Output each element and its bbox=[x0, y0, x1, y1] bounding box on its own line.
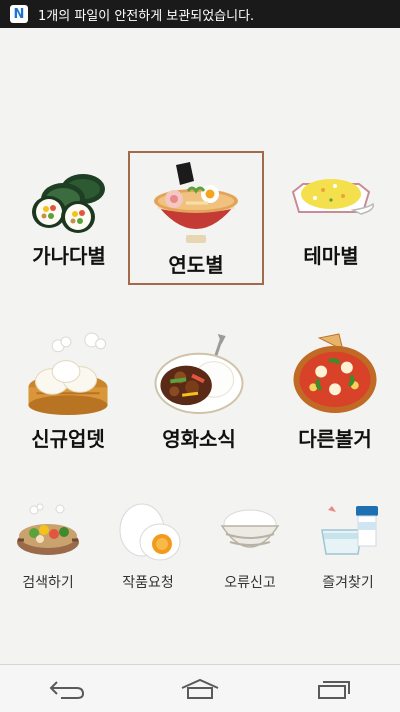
curry-plate-icon bbox=[154, 333, 244, 415]
menu-label: 신규업뎃 bbox=[31, 427, 105, 451]
menu-label: 작품요청 bbox=[122, 575, 174, 591]
back-icon bbox=[49, 680, 84, 699]
back-button[interactable] bbox=[32, 669, 102, 709]
menu-item-alphabetical[interactable]: 가나다별 bbox=[10, 164, 128, 284]
menu-label: 오류신고 bbox=[224, 575, 276, 591]
menu-label: 연도별 bbox=[168, 253, 224, 277]
navigation-bar bbox=[0, 664, 400, 712]
menu-label: 검색하기 bbox=[22, 575, 74, 591]
pizza-icon bbox=[293, 333, 377, 414]
menu-label: 가나다별 bbox=[32, 244, 106, 268]
n-app-icon: N bbox=[10, 5, 28, 23]
status-bar: N 1개의 파일이 안전하게 보관되었습니다. bbox=[0, 0, 400, 28]
home-button[interactable] bbox=[165, 669, 235, 709]
menu-item-search[interactable]: 검색하기 bbox=[10, 502, 86, 592]
dumpling-steamer-icon bbox=[28, 332, 108, 416]
menu-item-movie-news[interactable]: 영화소식 bbox=[138, 332, 260, 452]
home-icon bbox=[181, 678, 219, 699]
hotpot-icon bbox=[17, 503, 79, 555]
boiled-egg-icon bbox=[119, 503, 181, 561]
menu-item-by-theme[interactable]: 테마별 bbox=[272, 164, 390, 284]
fried-rice-icon bbox=[291, 179, 374, 215]
ramen-bowl-icon bbox=[154, 162, 238, 243]
status-badge-letter: N bbox=[13, 6, 25, 22]
main-content: 가나다별 연도별 테마별 신규업뎃 영화소식 다른볼거 검색하기 작품요청 오류… bbox=[0, 28, 400, 664]
recent-apps-icon bbox=[318, 680, 351, 699]
menu-item-request[interactable]: 작품요청 bbox=[110, 502, 186, 592]
recent-apps-button[interactable] bbox=[298, 669, 368, 709]
status-message: 1개의 파일이 안전하게 보관되었습니다. bbox=[38, 8, 255, 24]
menu-item-other-content[interactable]: 다른볼거 bbox=[276, 332, 394, 452]
menu-label: 즐겨찾기 bbox=[322, 575, 374, 591]
menu-label: 영화소식 bbox=[162, 427, 236, 451]
menu-item-favorites[interactable]: 즐겨찾기 bbox=[310, 502, 386, 592]
menu-item-by-year[interactable]: 연도별 bbox=[128, 151, 264, 285]
menu-item-new-updates[interactable]: 신규업뎃 bbox=[8, 332, 128, 452]
menu-label: 다른볼거 bbox=[298, 427, 372, 451]
kimbap-icon bbox=[32, 174, 105, 233]
menu-item-report-error[interactable]: 오류신고 bbox=[212, 502, 288, 592]
menu-label: 테마별 bbox=[303, 244, 359, 268]
yogurt-drink-icon bbox=[321, 506, 378, 555]
rice-bowl-icon bbox=[220, 509, 280, 548]
